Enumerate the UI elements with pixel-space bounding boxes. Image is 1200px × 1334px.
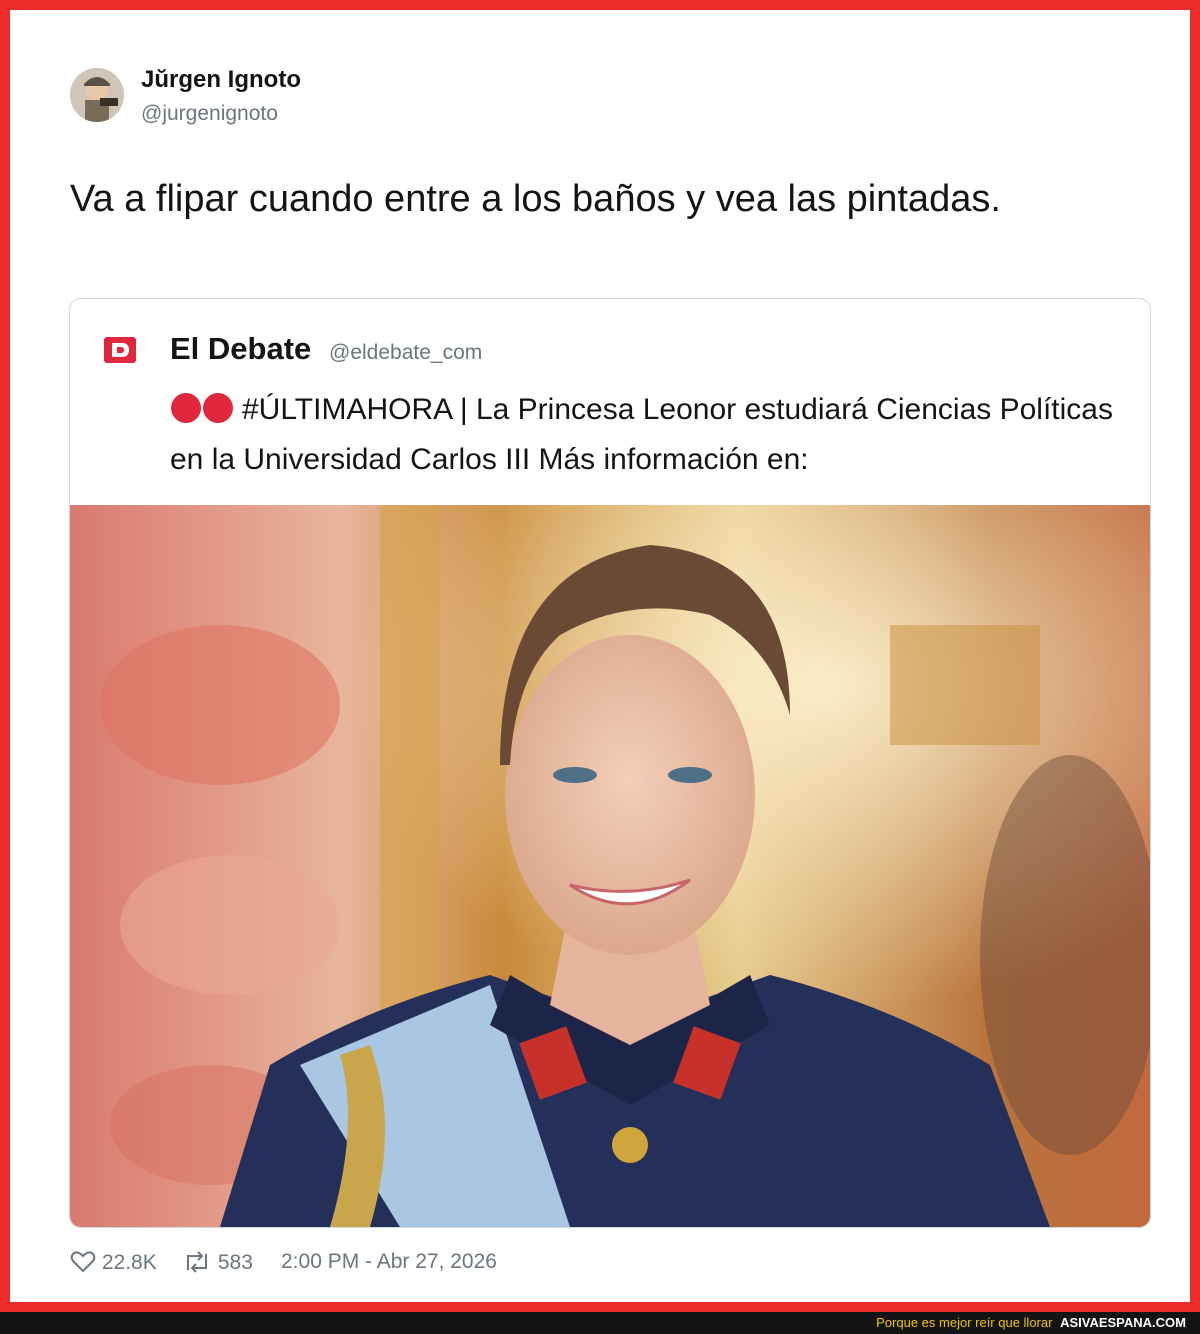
author-name[interactable]: Jŭrgen Ignoto xyxy=(141,66,301,94)
el-debate-logo-icon xyxy=(104,337,136,363)
site-footer: Porque es mejor reír que llorar ASIVAESP… xyxy=(0,1312,1200,1334)
heart-icon xyxy=(70,1251,96,1273)
post-frame: Jŭrgen Ignoto @jurgenignoto Va a flipar … xyxy=(0,0,1200,1312)
quoted-name[interactable]: El Debate xyxy=(170,331,311,367)
tweet-text: Va a flipar cuando entre a los baños y v… xyxy=(70,178,1001,220)
retweet-button[interactable]: 583 xyxy=(182,1250,253,1275)
footer-site[interactable]: ASIVAESPANA.COM xyxy=(1060,1315,1186,1330)
quoted-text: #ÚLTIMAHORA | La Princesa Leonor estudia… xyxy=(170,385,1130,485)
like-count: 22.8K xyxy=(101,1251,157,1274)
author-handle[interactable]: @jurgenignoto xyxy=(141,102,278,126)
quoted-tweet-card[interactable]: El Debate @eldebate_com #ÚLTIMAHORA | La… xyxy=(69,298,1151,1228)
retweet-count: 583 xyxy=(217,1251,253,1274)
avatar-image xyxy=(70,68,124,122)
timestamp[interactable]: 2:00 PM - Abr 27, 2026 xyxy=(281,1250,497,1274)
quoted-photo[interactable] xyxy=(70,505,1150,1227)
quoted-handle[interactable]: @eldebate_com xyxy=(329,341,482,365)
footer-tagline: Porque es mejor reír que llorar xyxy=(876,1315,1053,1330)
retweet-icon xyxy=(187,1251,207,1273)
quoted-text-main: #ÚLTIMAHORA | La Princesa Leonor estudia… xyxy=(170,393,1113,476)
avatar[interactable] xyxy=(70,68,124,122)
like-button[interactable]: 22.8K xyxy=(70,1250,157,1275)
red-circles-icon xyxy=(171,393,233,423)
